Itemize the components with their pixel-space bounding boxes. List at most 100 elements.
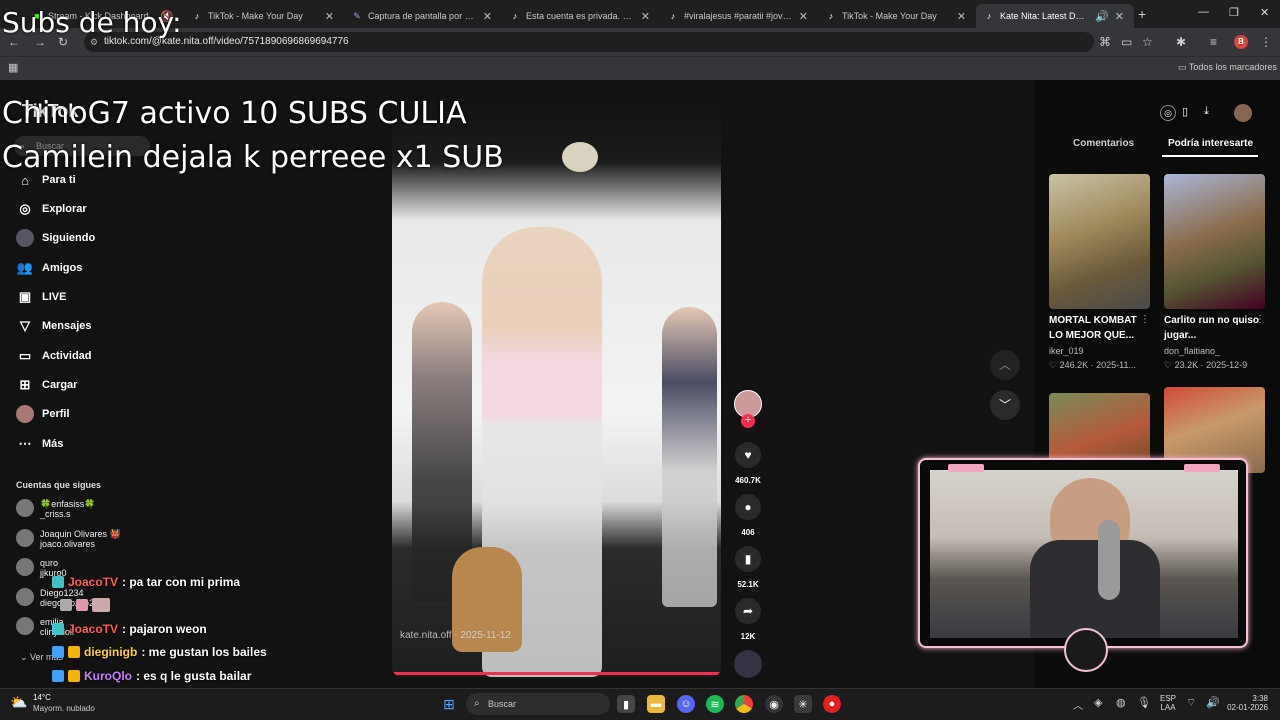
task-view-icon[interactable]: ▮	[617, 695, 635, 713]
video-progress-bar[interactable]	[392, 672, 721, 675]
new-tab-icon[interactable]: +	[1138, 6, 1146, 22]
download-icon[interactable]: ⤓	[1204, 105, 1209, 118]
tab-tiktok-2[interactable]: ♪ TikTok - Make Your Day ✕	[818, 4, 976, 28]
tab-lightshot[interactable]: ✎ Captura de pantalla por Lightshot ✕	[344, 4, 502, 28]
volume-icon[interactable]: 🔊	[1206, 696, 1220, 709]
weather-desc[interactable]: Mayorm. nublado	[33, 704, 95, 713]
weather-icon[interactable]: ⛅	[10, 694, 27, 711]
previous-video-button[interactable]: ︿	[990, 350, 1020, 380]
bookmark-star-icon[interactable]: ☆	[1142, 35, 1153, 49]
restore-icon[interactable]: ❐	[1229, 6, 1239, 19]
heart-icon: ♥	[744, 448, 752, 462]
tab-comentarios[interactable]: Comentarios	[1073, 138, 1134, 149]
comment-count: 406	[741, 528, 755, 537]
sound-disc-icon[interactable]	[734, 650, 762, 678]
follow-plus-icon[interactable]: +	[741, 414, 755, 428]
comment-button[interactable]: ●	[735, 494, 761, 520]
tab-tiktok-1[interactable]: ♪ TikTok - Make Your Day ✕	[184, 4, 344, 28]
profile-avatar-icon	[16, 405, 34, 423]
tray-app-icon[interactable]: ◈	[1094, 696, 1102, 709]
following-account[interactable]: 🍀enfasiss🍀 _criss.s	[16, 499, 95, 519]
close-tab-icon[interactable]: ✕	[641, 10, 650, 23]
card-date: 2025-12-9	[1206, 360, 1248, 370]
nav-label: LIVE	[42, 291, 67, 303]
nav-actividad[interactable]: ▭ Actividad	[16, 347, 92, 365]
following-account[interactable]: Joaquin Olivares 👹 joaco.olivares	[16, 529, 121, 549]
reading-list-icon[interactable]: ≡	[1210, 35, 1217, 49]
user-avatar[interactable]	[1234, 104, 1252, 122]
share-button[interactable]: ➦	[735, 598, 761, 624]
save-button[interactable]: ▮	[735, 546, 761, 572]
comment-icon: ●	[744, 500, 752, 514]
close-tab-icon[interactable]: ✕	[799, 10, 808, 23]
clock[interactable]: 3:38 02-01-2026	[1222, 694, 1268, 712]
microphone-icon[interactable]: 🎙	[1137, 696, 1151, 709]
like-button[interactable]: ♥	[735, 442, 761, 468]
nav-explorar[interactable]: ◎ Explorar	[16, 200, 86, 218]
profile-avatar[interactable]: B	[1234, 35, 1248, 49]
tab-private-account[interactable]: ♪ Esta cuenta es privada. Sigue e ✕	[502, 4, 660, 28]
spotify-icon[interactable]: ≋	[706, 695, 724, 713]
translate-icon[interactable]: ⌘	[1099, 35, 1111, 49]
nav-amigos[interactable]: 👥 Amigos	[16, 259, 82, 277]
video-player[interactable]: kate.nita.off · 2025-11-12	[392, 92, 721, 677]
tiktok-icon: ♪	[194, 11, 200, 21]
messages-icon: ▽	[20, 318, 30, 333]
coins-icon[interactable]: ◎	[1160, 105, 1176, 121]
close-tab-icon[interactable]: ✕	[957, 10, 966, 23]
discord-icon[interactable]: ☺	[677, 695, 695, 713]
recommended-thumbnail[interactable]	[1049, 174, 1150, 309]
menu-kebab-icon[interactable]: ⋮	[1260, 35, 1272, 49]
card-menu-icon[interactable]: ⋮	[1140, 314, 1150, 325]
tray-chevron-icon[interactable]: ︿	[1073, 697, 1083, 712]
nav-siguiendo[interactable]: Siguiendo	[16, 229, 95, 247]
device-icon[interactable]: ▯	[1182, 105, 1188, 118]
language-indicator[interactable]: ESP LAA	[1160, 694, 1176, 712]
card-title[interactable]: MORTAL KOMBAT LO MEJOR QUE...	[1049, 313, 1149, 343]
windows-taskbar	[0, 688, 1280, 720]
tab-viralajesus[interactable]: ♪ #viralajesus #paratii #jovenes ✕	[660, 4, 818, 28]
weather-temp[interactable]: 14°C	[33, 693, 51, 702]
all-bookmarks[interactable]: ▭ Todos los marcadores	[1178, 62, 1277, 73]
obs-icon[interactable]: ◉	[765, 695, 783, 713]
close-tab-icon[interactable]: ✕	[483, 10, 492, 23]
nav-label: Siguiendo	[42, 232, 96, 244]
card-author[interactable]: iker_019	[1049, 346, 1084, 356]
minimize-icon[interactable]: —	[1198, 6, 1209, 18]
account-handle: joaco.olivares	[40, 539, 96, 549]
speaker-icon[interactable]: 🔊	[1095, 10, 1109, 23]
nav-mas[interactable]: ⋯ Más	[16, 435, 64, 453]
nav-perfil[interactable]: Perfil	[16, 405, 70, 423]
card-menu-icon[interactable]: ⋮	[1255, 314, 1265, 325]
next-video-button[interactable]: ﹀	[990, 390, 1020, 420]
card-author[interactable]: don_flaitiano_	[1164, 346, 1220, 356]
tab-kate-nita-active[interactable]: ♪ Kate Nita: Latest Dances an 🔊 ✕	[976, 4, 1134, 28]
extensions-icon[interactable]: ✱	[1176, 35, 1186, 49]
close-tab-icon[interactable]: ✕	[1115, 10, 1124, 23]
tab-podria-interesarte[interactable]: Podría interesarte	[1168, 138, 1253, 149]
nav-live[interactable]: ▣ LIVE	[16, 288, 67, 306]
card-likes: 246.2K	[1059, 360, 1089, 370]
nav-mensajes[interactable]: ▽ Mensajes	[16, 317, 92, 335]
frame-decoration	[948, 464, 984, 472]
app-icon[interactable]: ✳	[794, 695, 812, 713]
wifi-icon[interactable]: ⌔	[1186, 696, 1196, 710]
chat-text: : me gustan los bailes	[141, 645, 267, 659]
cast-icon[interactable]: ▭	[1121, 35, 1132, 49]
url-field[interactable]: ⚙ tiktok.com/@kate.nita.off/video/757189…	[84, 32, 1094, 52]
bookmark-icon: ▮	[744, 552, 752, 566]
nav-cargar[interactable]: ⊞ Cargar	[16, 376, 78, 394]
recording-app-icon[interactable]: ●	[823, 695, 841, 713]
chrome-icon[interactable]	[735, 695, 753, 713]
close-tab-icon[interactable]: ✕	[325, 10, 334, 23]
start-windows-icon[interactable]: ⊞	[440, 695, 458, 713]
language-layout: LAA	[1160, 703, 1176, 712]
card-title[interactable]: Carlito run no quiso jugar...	[1164, 313, 1264, 343]
close-window-icon[interactable]: ✕	[1260, 6, 1269, 19]
apps-grid-icon[interactable]: ▦	[8, 61, 18, 74]
taskbar-search[interactable]: ⌕ Buscar	[466, 693, 610, 715]
chat-message: JoacoTV: pa tar con mi prima	[52, 575, 240, 589]
recommended-thumbnail[interactable]	[1164, 174, 1265, 309]
tray-app-icon[interactable]: ◍	[1116, 696, 1126, 709]
file-explorer-icon[interactable]: ▬	[647, 695, 665, 713]
